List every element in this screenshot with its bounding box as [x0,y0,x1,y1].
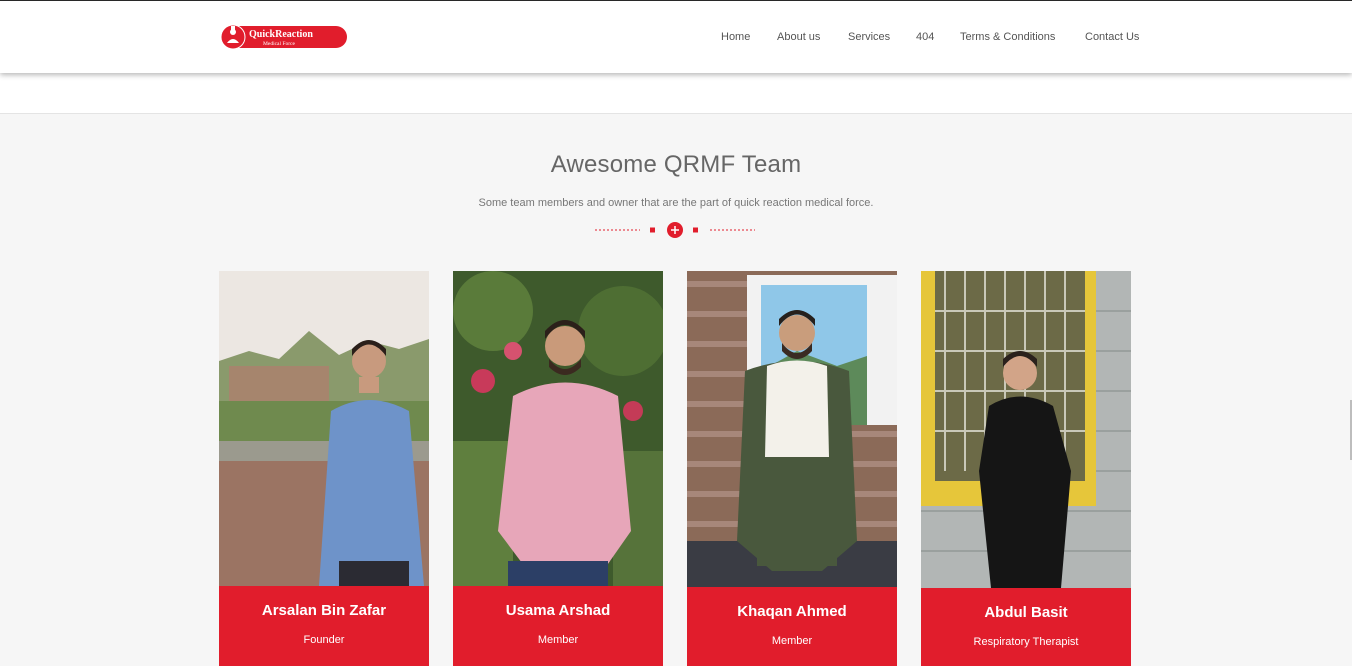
main-nav: Home About us Services 404 Terms & Condi… [0,31,1352,47]
person-photo-black-kurta-window [921,271,1131,588]
member-name: Abdul Basit [984,604,1068,621]
card-nameplate: Usama Arshad Member [453,586,663,666]
header-spacer-band [0,73,1352,114]
nav-404[interactable]: 404 [916,31,934,43]
member-role: Member [537,634,579,646]
card-nameplate: Arsalan Bin Zafar Founder [219,586,429,666]
section-subtitle: Some team members and owner that are the… [478,197,874,209]
section-title: Awesome QRMF Team [550,151,802,178]
team-card-arsalan[interactable]: Arsalan Bin Zafar Founder [219,271,429,666]
member-name: Khaqan Ahmed [737,603,847,620]
team-card-khaqan[interactable]: Khaqan Ahmed Member [687,271,897,666]
card-nameplate: Abdul Basit Respiratory Therapist [921,588,1131,666]
member-role: Founder [303,634,345,646]
nav-about-us[interactable]: About us [777,31,820,43]
nav-services[interactable]: Services [848,31,890,43]
nav-terms-conditions[interactable]: Terms & Conditions [960,31,1055,43]
person-photo-blue-shirt-river [219,271,429,586]
team-card-usama[interactable]: Usama Arshad Member [453,271,663,666]
person-photo-pink-shirt-garden [453,271,663,586]
plus-icon [667,222,683,238]
member-role: Respiratory Therapist [973,636,1079,648]
site-header: QuickReaction Medical Force Home About u… [0,1,1352,73]
section-divider [595,222,755,238]
member-name: Usama Arshad [505,602,611,619]
team-card-abdul-basit[interactable]: Abdul Basit Respiratory Therapist [921,271,1131,666]
member-name: Arsalan Bin Zafar [261,602,387,619]
nav-home[interactable]: Home [721,31,750,43]
member-role: Member [771,635,813,647]
nav-contact-us[interactable]: Contact Us [1085,31,1139,43]
card-nameplate: Khaqan Ahmed Member [687,587,897,666]
person-photo-waistcoat-brick-wall [687,271,897,587]
